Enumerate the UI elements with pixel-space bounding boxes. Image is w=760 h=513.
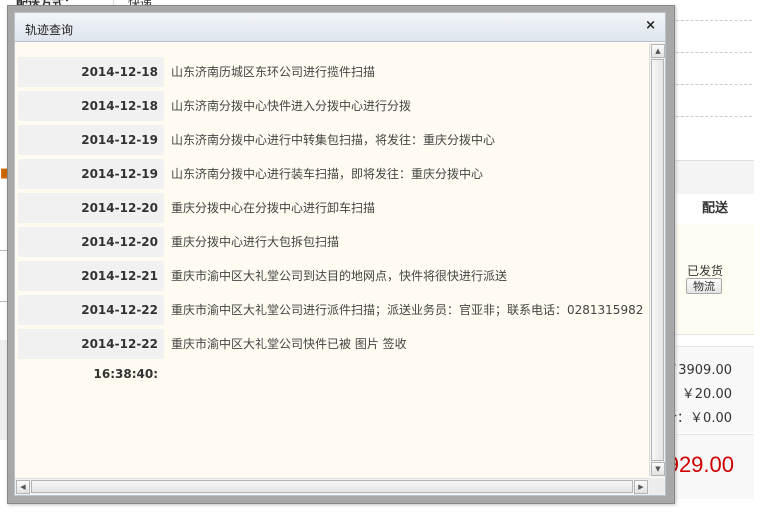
track-time: 2014-12-19 04:20:00: [18,125,164,177]
scroll-corner [649,478,665,495]
track-description: 重庆市渝中区大礼堂公司快件已被 图片 签收 [171,337,407,351]
arrow-down-icon[interactable]: ▼ [651,462,665,476]
divider [676,52,752,53]
track-description: 重庆分拨中心进行大包拆包扫描 [171,235,340,249]
order-total: 929.00 [667,434,754,499]
track-description: 山东济南分拨中心进行装车扫描，即将发往：重庆分拨中心 [171,167,484,181]
track-row: 2014-12-18 19:59:54: 山东济南历城区东环公司进行揽件扫描 [18,55,648,109]
track-description: 重庆市渝中区大礼堂公司进行派件扫描；派送业务员：官亚非；联系电话：0281315… [171,303,644,317]
track-row: 2014-12-20 16:04:27: 重庆分拨中心在分拨中心进行卸车扫描 [18,191,648,245]
arrow-left-icon[interactable]: ◀ [16,480,30,494]
dialog-header: 轨迹查询 × [14,12,666,42]
arrow-up-icon[interactable]: ▲ [651,44,665,58]
close-icon[interactable]: × [645,19,656,33]
track-description: 重庆分拨中心在分拨中心进行卸车扫描 [171,201,376,215]
track-row: 2014-12-18 22:45:45: 山东济南分拨中心快件进入分拨中心进行分拨 [18,89,648,143]
total-amount: 929.00 [666,452,734,477]
delivery-column-header: 配送 [676,194,754,225]
price-summary: ￥3909.00 费：￥20.00 价：￥0.00 [656,346,754,433]
track-row: 2014-12-19 05:53:00: 山东济南分拨中心进行装车扫描，即将发往：… [18,157,648,211]
track-row: 2014-12-22 15:26:05: 重庆市渝中区大礼堂公司进行派件扫描；派送… [18,293,648,347]
delivery-status-cell: 已发货 物流 [676,224,754,335]
tracking-dialog: 轨迹查询 × 2014-12-18 19:59:54: 山东济南历城区东环公司进行… [7,5,675,504]
track-row: 2014-12-22 16:38:40: 重庆市渝中区大礼堂公司快件已被 图片 签… [18,327,648,381]
track-time: 2014-12-18 19:59:54: [18,57,164,109]
scroll-thumb[interactable] [651,59,664,461]
track-time: 2014-12-18 22:45:45: [18,91,164,143]
track-time: 2014-12-19 05:53:00: [18,159,164,211]
track-time: 2014-12-22 15:26:05: [18,295,164,347]
track-description: 山东济南历城区东环公司进行揽件扫描 [171,65,376,79]
track-description: 山东济南分拨中心进行中转集包扫描，将发往：重庆分拨中心 [171,133,496,147]
dialog-body[interactable]: 2014-12-18 19:59:54:山东济南历城区东环公司进行揽件扫描201… [14,42,666,496]
track-time: 2014-12-20 16:04:27: [18,193,164,245]
track-time: 2014-12-22 16:38:40: [18,329,164,381]
shipped-status: 已发货 [686,264,723,278]
dialog-title: 轨迹查询 [25,23,74,37]
subtotal-value: ￥3909.00 [665,363,732,378]
divider [676,84,752,85]
divider [676,116,752,117]
scroll-thumb[interactable] [31,480,633,493]
track-row: 2014-12-19 04:20:00: 山东济南分拨中心进行中转集包扫描，将发往… [18,123,648,177]
horizontal-scrollbar[interactable]: ◀ ▶ [15,478,649,495]
logistics-button[interactable]: 物流 [686,278,722,294]
divider [676,20,752,21]
track-row: 2014-12-20 16:53:04: 重庆分拨中心进行大包拆包扫描 [18,225,648,279]
tracking-list: 2014-12-18 19:59:54:山东济南历城区东环公司进行揽件扫描201… [18,55,648,381]
track-time: 2014-12-20 16:53:04: [18,227,164,279]
track-description: 重庆市渝中区大礼堂公司到达目的地网点，快件将很快进行派送 [171,269,508,283]
vertical-scrollbar[interactable]: ▲ ▼ [649,43,665,477]
arrow-right-icon[interactable]: ▶ [634,480,648,494]
track-row: 2014-12-21 09:31:46: 重庆市渝中区大礼堂公司到达目的地网点，快… [18,259,648,313]
track-description: 山东济南分拨中心快件进入分拨中心进行分拨 [171,99,412,113]
track-time: 2014-12-21 09:31:46: [18,261,164,313]
section-bar [676,160,754,196]
